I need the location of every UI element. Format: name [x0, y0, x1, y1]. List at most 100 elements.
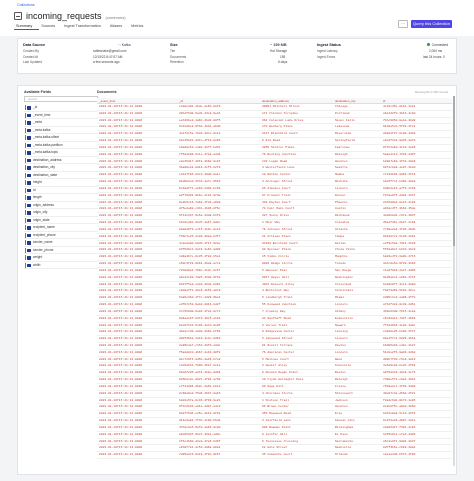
field-item[interactable]: weight [24, 254, 98, 262]
table-row[interactable]: 2023-01-10T15:41:13.000Z 4c2e8a60-b9d3-4f… [97, 241, 452, 248]
table-row[interactable]: 2023-01-10T15:41:13.000Z b0c45b81-2d7e-4f… [97, 138, 452, 145]
drag-handle-icon[interactable] [25, 195, 26, 200]
table-row[interactable]: 2023-01-10T15:41:13.000Z b2e8f143-5c96-4a… [97, 323, 452, 330]
table-row[interactable]: 2023-01-10T15:41:13.000Z c4d3a6b1-f890-45… [97, 363, 452, 371]
table-row[interactable]: 2023-01-10T15:41:13.000Z 7d85a3c6-0e19-4f… [97, 452, 452, 460]
table-row[interactable]: 2023-01-10T15:41:13.000Z 28a6d0f3-e715-4b… [97, 227, 452, 234]
field-item[interactable]: destination_state [24, 172, 98, 179]
field-checkbox[interactable] [27, 128, 31, 132]
table-row[interactable]: 2023-01-10T15:41:13.000Z 5f3c9b26-e81a-4d… [97, 404, 452, 412]
drag-handle-icon[interactable] [25, 210, 26, 215]
drag-handle-icon[interactable] [25, 157, 26, 163]
column-header[interactable]: destination_city [333, 98, 381, 103]
field-item[interactable]: _meta.kafka [24, 127, 98, 134]
table-row[interactable]: 2023-01-10T15:41:13.000Z c9d2a7f1-48e6-4b… [97, 288, 452, 296]
field-checkbox[interactable] [27, 166, 31, 170]
field-item[interactable]: length [24, 194, 98, 202]
table-row[interactable]: 2023-01-10T15:41:13.000Z 72b8d6a4-f09e-41… [97, 268, 452, 275]
field-item[interactable]: height [24, 179, 98, 187]
table-scrollbar[interactable] [453, 96, 455, 466]
table-row[interactable]: 2023-01-10T15:41:13.000Z 2c69a0e8-f5d3-46… [97, 391, 452, 398]
table-row[interactable]: 2023-01-10T15:41:13.000Z f5a2d8c0-4b67-4e… [97, 350, 452, 357]
field-item[interactable]: recipient_phone [24, 232, 98, 239]
drag-handle-icon[interactable] [25, 142, 26, 148]
table-row[interactable]: 2023-01-10T15:41:13.000Z e4127f85-b6c3-49… [97, 172, 452, 180]
field-item[interactable]: destination_address [24, 157, 98, 164]
table-row[interactable]: 2023-01-10T15:41:13.000Z a9e05d3f-6b47-48… [97, 432, 452, 439]
table-row[interactable]: 2023-01-10T15:41:13.000Z 4e1f2c5a-7b49-40… [97, 131, 452, 139]
column-header[interactable]: _id [177, 98, 260, 103]
drag-handle-icon[interactable] [25, 240, 26, 245]
drag-handle-icon[interactable] [25, 232, 26, 238]
field-checkbox[interactable] [27, 136, 31, 140]
drag-handle-icon[interactable] [25, 202, 26, 208]
field-item[interactable]: width [24, 262, 98, 269]
field-item[interactable]: sender_phone [24, 247, 98, 254]
table-row[interactable]: 2023-01-10T15:41:13.000Z a6e41c93-7d25-4b… [97, 275, 452, 282]
field-checkbox[interactable] [27, 218, 31, 222]
column-header[interactable]: _event_time [97, 98, 177, 103]
table-row[interactable]: 2023-01-10T15:41:13.000Z 29b1f6d8-5ad1-43… [97, 111, 452, 118]
drag-handle-icon[interactable] [25, 180, 26, 185]
drag-handle-icon[interactable] [25, 135, 26, 140]
field-checkbox[interactable] [27, 211, 31, 215]
field-item[interactable]: destination_city [24, 164, 98, 172]
field-checkbox[interactable] [27, 113, 31, 117]
table-row[interactable]: 2023-01-10T15:41:13.000Z 1f6c4b90-d2e8-47… [97, 439, 452, 446]
field-checkbox[interactable] [27, 248, 31, 252]
table-row[interactable]: 2023-01-10T15:41:13.000Z 46a1c7d9-e038-4b… [97, 329, 452, 337]
table-row[interactable]: 2023-01-10T15:41:13.000Z e2b9f7a1-4c53-4d… [97, 445, 452, 453]
field-checkbox[interactable] [27, 143, 31, 147]
table-row[interactable]: 2023-01-10T15:41:13.000Z 81c7e9f4-2d5b-4a… [97, 357, 452, 364]
field-search-input[interactable]: search [24, 96, 98, 102]
field-item[interactable]: _meta.kafka.partition [24, 142, 98, 149]
table-row[interactable]: 2023-01-10T15:41:13.000Z 7f62ab09-5c1e-47… [97, 152, 452, 159]
table-row[interactable]: 2023-01-10T15:41:13.000Z e7f41d96-3b8c-4a… [97, 384, 452, 391]
table-row[interactable]: 2023-01-10T15:41:13.000Z 1d9a4b7e-6c35-4f… [97, 254, 452, 262]
table-row[interactable]: 2023-01-10T15:41:13.000Z a2f79d34-0b6e-4c… [97, 193, 452, 200]
field-checkbox[interactable] [27, 241, 31, 245]
drag-handle-icon[interactable] [25, 105, 26, 110]
table-row[interactable]: 2023-01-10T15:41:13.000Z d80f35b2-7a19-4e… [97, 336, 452, 343]
table-row[interactable]: 2023-01-10T15:41:13.000Z 5c3a8f71-e29d-44… [97, 186, 452, 193]
tab-summary[interactable]: Summary [14, 22, 40, 30]
table-row[interactable]: 2023-01-10T15:41:13.000Z ea7d0be2-1a6b-4b… [97, 118, 452, 125]
table-row[interactable]: 2023-01-10T15:41:13.000Z 83f5d9c1-2a74-4e… [97, 247, 452, 255]
field-checkbox[interactable] [27, 151, 31, 155]
field-item[interactable]: sender_name [24, 239, 98, 247]
table-row[interactable]: 2023-01-10T15:41:13.000Z 6f14c2b7-9e5a-43… [97, 213, 452, 221]
table-row[interactable]: 2023-01-10T15:41:13.000Z 0b37f5e8-c2a9-46… [97, 282, 452, 289]
table-row[interactable]: 2023-01-10T15:41:13.000Z 5e31d6c2-9f0a-4b… [97, 124, 452, 132]
drag-handle-icon[interactable] [25, 217, 26, 223]
table-row[interactable]: 2023-01-10T15:41:13.000Z 9d4a2e6f-b873-40… [97, 316, 452, 323]
table-row[interactable]: 2023-01-10T15:41:13.000Z 0a5b8c3e-d621-4f… [97, 377, 452, 384]
table-row[interactable]: 2023-01-10T15:41:13.000Z 19ad8c63-e482-4b… [97, 145, 452, 152]
table-row[interactable]: 2023-01-10T15:41:13.000Z c4a8e401-1bde-4e… [97, 104, 452, 111]
field-checkbox[interactable] [27, 203, 31, 207]
column-header[interactable]: id [381, 98, 452, 103]
table-row[interactable]: 2023-01-10T15:41:13.000Z d75e2a98-c341-4b… [97, 206, 452, 214]
field-item[interactable]: recipient_name [24, 224, 98, 232]
more-actions-button[interactable]: ··· [398, 20, 408, 28]
drag-handle-icon[interactable] [25, 172, 26, 178]
table-row[interactable]: 2023-01-10T15:41:13.000Z b3c8e491-52df-4a… [97, 220, 452, 227]
drag-handle-icon[interactable] [25, 247, 26, 253]
field-item[interactable]: _id [24, 104, 98, 112]
table-row[interactable]: 2023-01-10T15:41:13.000Z f91b7e25-4c08-46… [97, 234, 452, 241]
field-checkbox[interactable] [27, 263, 31, 267]
field-item[interactable]: _event_time [24, 112, 98, 119]
drag-handle-icon[interactable] [25, 150, 26, 155]
table-row[interactable]: 2023-01-10T15:41:13.000Z e3f07c52-9a4d-48… [97, 302, 452, 309]
table-row[interactable]: 2023-01-10T15:41:13.000Z 3e96b4a7-c152-48… [97, 343, 452, 350]
breadcrumb[interactable]: Collections [17, 3, 35, 7]
table-row[interactable]: 2023-01-10T15:41:13.000Z c8e35d17-40fa-4b… [97, 159, 452, 166]
drag-handle-icon[interactable] [25, 112, 26, 118]
column-header[interactable]: destination_address [260, 98, 333, 103]
field-item[interactable]: origin_state [24, 217, 98, 224]
field-checkbox[interactable] [27, 121, 31, 125]
field-checkbox[interactable] [27, 158, 31, 162]
field-checkbox[interactable] [27, 226, 31, 230]
table-row[interactable]: 2023-01-10T15:41:13.000Z 3ba90e42-8d16-4c… [97, 165, 452, 173]
field-item[interactable]: origin_city [24, 209, 98, 217]
field-checkbox[interactable] [27, 181, 31, 185]
